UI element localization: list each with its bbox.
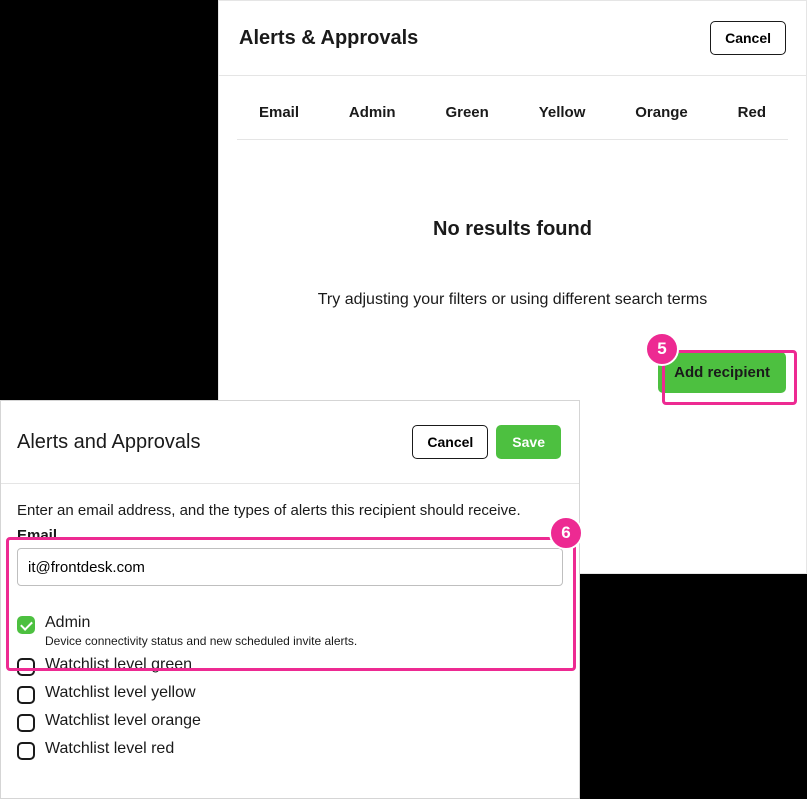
save-button[interactable]: Save <box>496 425 561 459</box>
add-recipient-button[interactable]: Add recipient <box>658 352 786 393</box>
option-admin: Admin Device connectivity status and new… <box>17 610 563 652</box>
option-red-label: Watchlist level red <box>45 740 174 758</box>
checkbox-orange[interactable] <box>17 714 35 732</box>
option-yellow: Watchlist level yellow <box>17 680 563 708</box>
option-yellow-label: Watchlist level yellow <box>45 684 196 702</box>
checkbox-green[interactable] <box>17 658 35 676</box>
option-green: Watchlist level green <box>17 652 563 680</box>
tab-red[interactable]: Red <box>738 104 766 121</box>
tab-orange[interactable]: Orange <box>635 104 688 121</box>
option-admin-label: Admin <box>45 614 357 632</box>
modal-title: Alerts and Approvals <box>17 431 200 454</box>
tab-yellow[interactable]: Yellow <box>539 104 586 121</box>
option-orange-label: Watchlist level orange <box>45 712 201 730</box>
option-red-content: Watchlist level red <box>45 740 174 758</box>
tab-email[interactable]: Email <box>259 104 299 121</box>
option-admin-content: Admin Device connectivity status and new… <box>45 614 357 648</box>
option-orange-content: Watchlist level orange <box>45 712 201 730</box>
email-field[interactable] <box>17 548 563 586</box>
cancel-button[interactable]: Cancel <box>710 21 786 55</box>
option-admin-desc: Device connectivity status and new sched… <box>45 634 357 648</box>
checkbox-admin[interactable] <box>17 616 35 634</box>
callout-badge-5: 5 <box>645 332 679 366</box>
option-yellow-content: Watchlist level yellow <box>45 684 196 702</box>
callout-badge-6: 6 <box>549 516 583 550</box>
option-orange: Watchlist level orange <box>17 708 563 736</box>
page-title: Alerts & Approvals <box>239 27 418 50</box>
hint-text: Try adjusting your filters or using diff… <box>219 291 806 309</box>
checkbox-red[interactable] <box>17 742 35 760</box>
no-results-heading: No results found <box>219 218 806 241</box>
alert-type-list: Admin Device connectivity status and new… <box>1 598 579 764</box>
tab-admin[interactable]: Admin <box>349 104 396 121</box>
option-red: Watchlist level red <box>17 736 563 764</box>
tab-green[interactable]: Green <box>445 104 488 121</box>
panel-header: Alerts & Approvals Cancel <box>219 1 806 76</box>
empty-state: No results found Try adjusting your filt… <box>219 140 806 309</box>
add-recipient-modal: Alerts and Approvals Cancel Save Enter a… <box>0 400 580 799</box>
checkbox-yellow[interactable] <box>17 686 35 704</box>
option-green-label: Watchlist level green <box>45 656 192 674</box>
modal-actions: Cancel Save <box>412 425 561 459</box>
filter-tabs: Email Admin Green Yellow Orange Red <box>237 76 788 140</box>
option-green-content: Watchlist level green <box>45 656 192 674</box>
modal-cancel-button[interactable]: Cancel <box>412 425 488 459</box>
modal-header: Alerts and Approvals Cancel Save <box>1 401 579 484</box>
email-section: Email <box>1 527 579 598</box>
email-label: Email <box>17 527 563 544</box>
modal-instructions: Enter an email address, and the types of… <box>1 484 579 527</box>
